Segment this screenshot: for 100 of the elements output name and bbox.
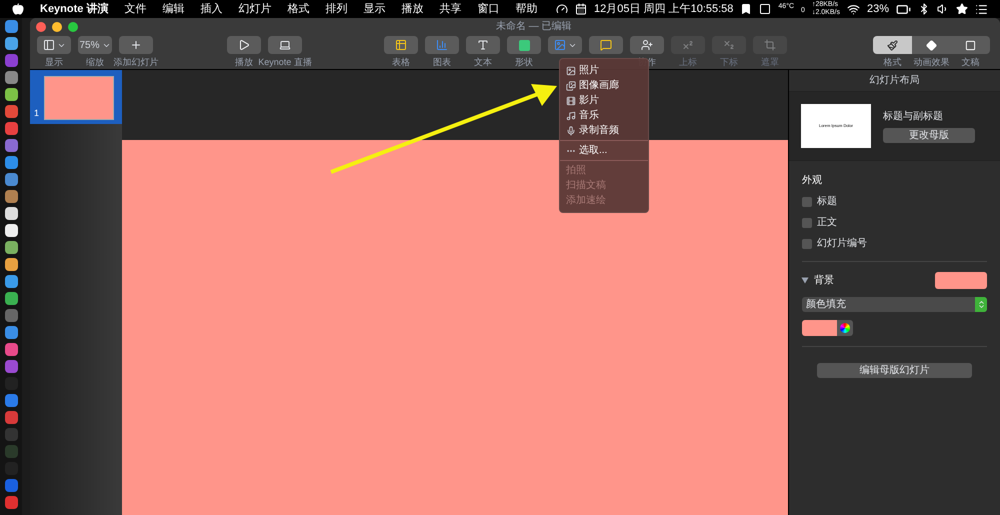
toolbar-button[interactable] [227, 36, 261, 54]
toolbar-label: 缩放 [86, 56, 104, 69]
menu-item[interactable]: 编辑 [162, 0, 184, 18]
close-button[interactable] [36, 22, 46, 32]
color-wheel-icon [840, 323, 850, 333]
menu-item[interactable]: 录制音频 [560, 123, 648, 138]
superscript-icon [682, 39, 694, 51]
checkbox-label: 正文 [817, 216, 837, 230]
menu-item[interactable]: 帮助 [515, 0, 538, 18]
edit-master-button[interactable]: 编辑母版幻灯片 [817, 363, 972, 378]
slide-thumbnail[interactable] [44, 76, 114, 120]
toolbar-button[interactable] [507, 36, 541, 54]
app-icon[interactable] [4, 37, 18, 50]
toolbar-label: 添加幻灯片 [114, 56, 158, 69]
color-picker[interactable] [802, 320, 853, 336]
menu-item[interactable]: 插入 [200, 0, 222, 18]
app-icon[interactable] [4, 292, 18, 305]
minimize-button[interactable] [52, 22, 62, 32]
app-icon[interactable] [4, 241, 18, 254]
list-icon[interactable] [975, 2, 988, 16]
toolbar-button[interactable] [268, 36, 302, 54]
plus-icon [130, 39, 142, 51]
app-icon[interactable] [4, 207, 18, 220]
toolbar-button[interactable] [37, 36, 71, 54]
microphone-icon [566, 126, 576, 136]
music-icon [566, 110, 576, 120]
menu-item[interactable]: 选取... [560, 143, 648, 158]
change-master-button[interactable]: 更改母版 [883, 128, 975, 143]
toolbar-button[interactable] [466, 36, 500, 54]
zoom-button[interactable] [68, 22, 78, 32]
menu-item[interactable]: 窗口 [477, 0, 500, 18]
slide-canvas[interactable] [122, 140, 788, 515]
calendar-icon[interactable] [575, 3, 587, 15]
toolbar-label: 遮罩 [761, 56, 779, 69]
toolbar-label: 显示 [45, 56, 63, 69]
color-well[interactable] [935, 272, 987, 289]
toolbar-button[interactable]: 75% [78, 36, 112, 54]
menu-item[interactable]: 音乐 [560, 108, 648, 123]
menu-item[interactable]: 共享 [439, 0, 462, 18]
master-name: 标题与副标题 [883, 110, 944, 124]
image-icon [554, 39, 566, 51]
toolbar-label: 文稿 [962, 56, 980, 69]
app-icon[interactable] [4, 224, 18, 237]
app-icon[interactable] [4, 258, 18, 271]
checkbox[interactable] [802, 218, 812, 228]
text-icon [477, 39, 489, 51]
menu-item[interactable]: 排列 [325, 0, 348, 18]
view-icon [42, 39, 54, 51]
toolbar-label: Keynote 直播 [258, 56, 312, 69]
section-heading: 背景 [814, 274, 834, 288]
toolbar-label: 文本 [474, 56, 492, 69]
toolbar-label: 表格 [392, 56, 410, 69]
menu-item[interactable]: 播放 [401, 0, 424, 18]
toolbar-label: 格式 [884, 56, 902, 69]
inspector-tab[interactable] [951, 36, 990, 54]
menu-item[interactable]: Keynote 讲演 [40, 0, 108, 18]
inspector-tab[interactable] [873, 36, 912, 54]
checkbox-label: 标题 [817, 194, 837, 209]
menu-item[interactable]: 显示 [363, 0, 386, 18]
app-icon[interactable] [4, 275, 18, 288]
toolbar-button[interactable] [119, 36, 153, 54]
gallery-icon [566, 80, 576, 90]
gauge-icon[interactable] [556, 3, 568, 15]
disclosure-triangle[interactable] [802, 278, 808, 284]
toolbar-button[interactable] [589, 36, 623, 54]
film-icon [566, 96, 576, 106]
menu-item[interactable]: 格式 [287, 0, 310, 18]
toolbar-button[interactable] [630, 36, 664, 54]
menu-item[interactable]: 文件 [124, 0, 146, 18]
square-icon [518, 40, 530, 50]
checkbox[interactable] [802, 238, 812, 248]
wifi-icon[interactable] [846, 2, 860, 16]
checkbox[interactable] [802, 196, 812, 206]
menu-item[interactable]: 图像画廊 [560, 78, 648, 93]
person-plus-icon [641, 39, 653, 51]
toolbar-label: 形状 [515, 56, 533, 69]
toolbar-label: 下标 [720, 56, 738, 69]
inspector-tab[interactable] [912, 36, 951, 54]
display-icon[interactable] [759, 3, 772, 15]
play-icon [238, 39, 250, 51]
app-icon[interactable] [4, 88, 18, 101]
toolbar-button[interactable] [384, 36, 418, 54]
toolbar-label: 动画效果 [914, 56, 950, 69]
subscript-icon [723, 39, 735, 51]
menu-item[interactable]: 照片 [560, 63, 648, 78]
slide-number: 1 [34, 106, 40, 120]
toolbar-label: 图表 [433, 56, 451, 69]
fill-type-select[interactable]: 颜色填充 [802, 297, 987, 312]
menu-item[interactable]: 影片 [560, 93, 648, 108]
slide-thumbnail-row[interactable]: 1 [30, 70, 122, 124]
star-icon[interactable] [956, 3, 968, 15]
bookmark-icon[interactable] [740, 3, 752, 15]
toolbar-label: 上标 [679, 56, 697, 69]
apple-icon[interactable] [12, 3, 24, 15]
clock-text[interactable]: 12月05日 周四 上午10:55:58 [594, 0, 734, 18]
laptop-icon [279, 39, 291, 51]
stepper-icon [976, 300, 986, 309]
volume-icon[interactable] [937, 3, 949, 15]
menu-item[interactable]: 幻灯片 [238, 0, 272, 18]
bluetooth-icon[interactable] [918, 3, 930, 15]
